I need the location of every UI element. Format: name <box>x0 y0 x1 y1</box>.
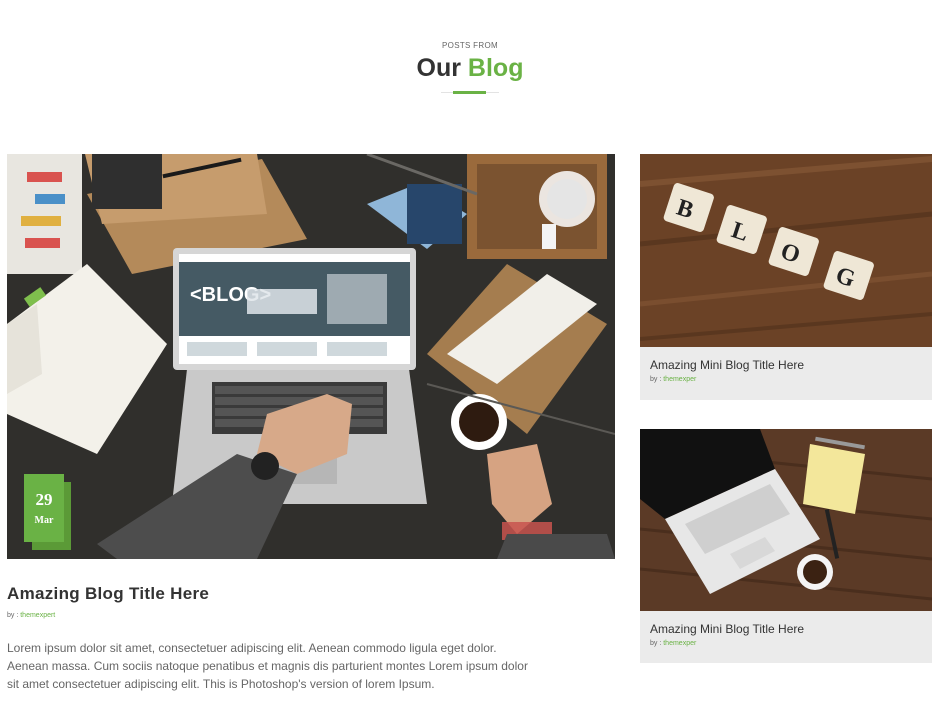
mini-post-byline: by : themexper <box>650 376 696 383</box>
section-title-plain: Our <box>416 54 461 82</box>
mini-post-image[interactable]: B L O G <box>640 154 932 347</box>
author-link[interactable]: themexper <box>663 640 696 647</box>
featured-post-title[interactable]: Amazing Blog Title Here <box>7 584 209 604</box>
byline-prefix: by : <box>650 640 664 647</box>
section-title: Our Blog <box>0 54 940 83</box>
mini-post-title[interactable]: Amazing Mini Blog Title Here <box>650 358 804 372</box>
byline-prefix: by : <box>7 612 21 619</box>
author-link[interactable]: themexpert <box>20 612 55 619</box>
mini-post-title[interactable]: Amazing Mini Blog Title Here <box>650 622 804 636</box>
author-link[interactable]: themexper <box>663 376 696 383</box>
mini-post-image[interactable] <box>640 429 932 611</box>
title-divider-accent <box>453 91 486 94</box>
date-badge: 29 Mar <box>24 474 64 542</box>
featured-post-image[interactable]: <BLOG> <box>7 154 615 559</box>
byline-prefix: by : <box>650 376 664 383</box>
featured-post-byline: by : themexpert <box>7 612 55 619</box>
section-eyebrow: POSTS FROM <box>442 41 498 50</box>
date-month: Mar <box>34 515 54 526</box>
mini-post-card[interactable]: B L O G Amazing Mini Blog Title Here by … <box>640 154 932 400</box>
featured-post-excerpt: Lorem ipsum dolor sit amet, consectetuer… <box>7 641 528 691</box>
mini-post-card[interactable]: Amazing Mini Blog Title Here by : themex… <box>640 429 932 663</box>
section-title-accent: Blog <box>467 54 524 82</box>
date-day: 29 <box>35 490 53 509</box>
mini-post-byline: by : themexper <box>650 640 696 647</box>
